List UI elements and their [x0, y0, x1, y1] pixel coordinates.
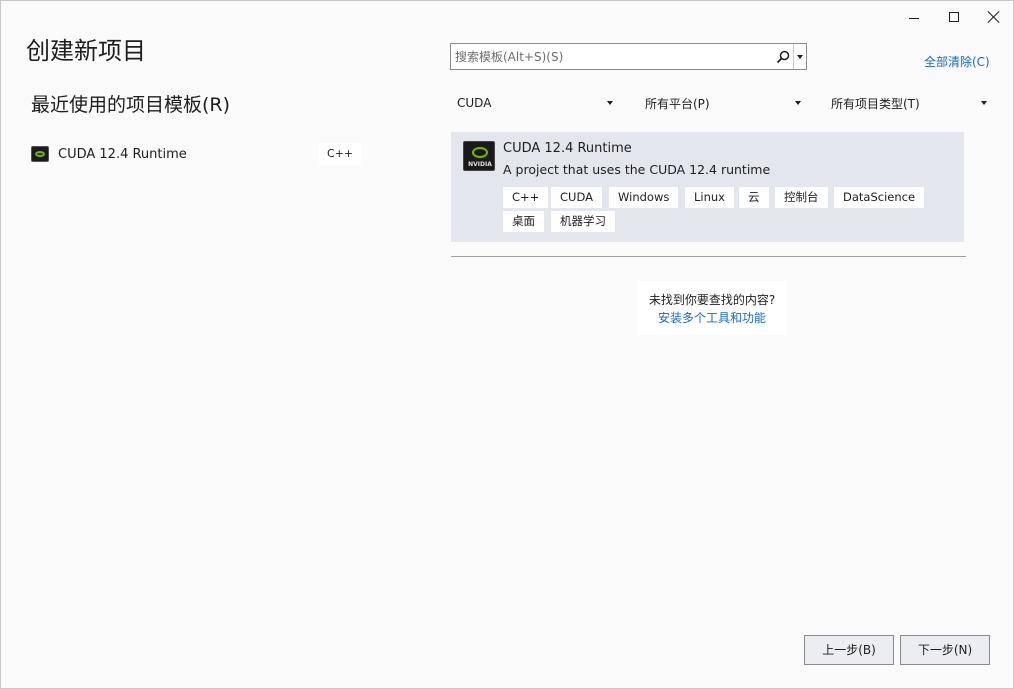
search-box: [450, 43, 807, 70]
template-card-cuda-runtime[interactable]: NVIDIA CUDA 12.4 Runtime A project that …: [451, 132, 964, 242]
tag-windows: Windows: [609, 187, 679, 208]
project-type-filter-value: 所有项目类型(T): [831, 96, 920, 111]
search-icon[interactable]: [773, 44, 793, 69]
nvidia-icon: NVIDIA: [463, 141, 495, 171]
next-button[interactable]: 下一步(N): [900, 635, 990, 665]
chevron-down-icon: [795, 101, 801, 105]
back-button[interactable]: 上一步(B): [804, 635, 894, 665]
recent-templates-heading: 最近使用的项目模板(R): [31, 94, 231, 116]
chevron-down-icon: [607, 101, 613, 105]
template-description: A project that uses the CUDA 12.4 runtim…: [503, 162, 771, 177]
not-found-text: 未找到你要查找的内容?: [648, 293, 776, 307]
not-found-panel: 未找到你要查找的内容? 安装多个工具和功能: [637, 281, 787, 335]
language-filter-dropdown[interactable]: CUDA: [457, 91, 613, 115]
platform-filter-value: 所有平台(P): [645, 96, 710, 111]
chevron-down-icon: [797, 54, 803, 59]
tag-cloud: 云: [739, 187, 769, 208]
template-title: CUDA 12.4 Runtime: [503, 141, 632, 156]
clear-all-link[interactable]: 全部清除(C): [924, 53, 990, 70]
close-button[interactable]: [971, 3, 1014, 31]
tag-cpp: C++: [503, 187, 549, 208]
tag-linux: Linux: [685, 187, 734, 208]
tag-datascience: DataScience: [834, 187, 925, 208]
results-divider: [451, 256, 966, 257]
chevron-down-icon: [981, 101, 987, 105]
language-filter-value: CUDA: [457, 96, 492, 110]
recent-template-tag: C++: [319, 143, 362, 165]
project-type-filter-dropdown[interactable]: 所有项目类型(T): [831, 91, 987, 115]
recent-template-label: CUDA 12.4 Runtime: [58, 146, 187, 162]
maximize-icon: [949, 12, 959, 22]
search-options-dropdown[interactable]: [793, 44, 806, 69]
tag-machine-learning: 机器学习: [551, 211, 615, 232]
search-input[interactable]: [451, 44, 773, 69]
minimize-icon: [909, 17, 919, 19]
create-project-dialog: 创建新项目 最近使用的项目模板(R) CUDA 12.4 Runtime C++…: [0, 0, 1014, 689]
recent-template-item[interactable]: CUDA 12.4 Runtime C++: [31, 141, 362, 167]
nvidia-icon: [31, 146, 49, 162]
tag-console: 控制台: [775, 187, 828, 208]
page-title: 创建新项目: [26, 37, 146, 65]
install-tools-link[interactable]: 安装多个工具和功能: [637, 309, 787, 326]
tag-desktop: 桌面: [503, 211, 544, 232]
platform-filter-dropdown[interactable]: 所有平台(P): [645, 91, 801, 115]
tag-cuda: CUDA: [551, 187, 602, 208]
close-icon: [988, 11, 1000, 23]
